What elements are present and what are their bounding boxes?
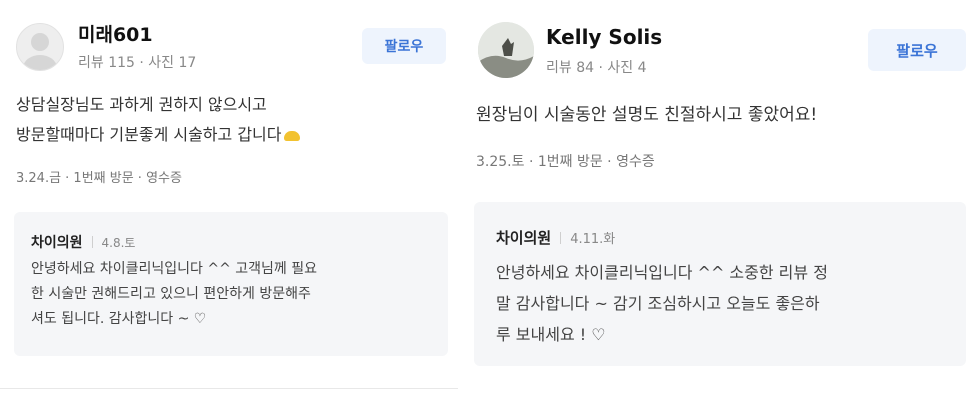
reply-date: 4.11.화 [570, 232, 616, 247]
user-stats: 리뷰 115 · 사진 17 [78, 52, 196, 72]
reply-divider [91, 236, 93, 248]
photo-count: 사진 17 [148, 55, 197, 71]
reply-divider [560, 231, 562, 244]
avatar[interactable] [478, 22, 534, 78]
review-text-line: 상담실장님도 과하게 권하지 않으시고 [16, 95, 267, 114]
review-text: 상담실장님도 과하게 권하지 않으시고 방문할때마다 기분좋게 시술하고 갑니다 [16, 90, 300, 150]
review-card: Kelly Solis 리뷰 84 · 사진 4 팔로우 원장님이 시술동안 설… [470, 0, 966, 398]
reply-text-line: 셔도 됩니다. 감사합니다 ~ ♡ [31, 311, 207, 327]
reply-date: 4.8.토 [101, 235, 136, 250]
reply-author: 차이의원 [31, 235, 83, 251]
reply-text-line: 안녕하세요 차이클리닉입니다 ^^ 고객님께 필요 [31, 261, 317, 277]
owner-reply: 차이의원 4.11.화 안녕하세요 차이클리닉입니다 ^^ 소중한 리뷰 정 말… [474, 202, 966, 366]
reply-author: 차이의원 [496, 229, 552, 247]
meta-separator: · [598, 60, 603, 76]
review-count: 리뷰 84 [546, 60, 595, 76]
review-count: 리뷰 115 [78, 55, 135, 71]
owner-reply: 차이의원 4.8.토 안녕하세요 차이클리닉입니다 ^^ 고객님께 필요 한 시… [14, 212, 448, 356]
review-card: 미래601 리뷰 115 · 사진 17 팔로우 상담실장님도 과하게 권하지 … [0, 0, 460, 398]
reply-header: 차이의원 4.8.토 [31, 232, 135, 252]
reply-text-line: 한 시술만 권해드리고 있으니 편안하게 방문해주 [31, 286, 311, 302]
review-text: 원장님이 시술동안 설명도 친절하시고 좋았어요! [476, 105, 818, 125]
profile-photo [478, 22, 534, 78]
card-divider [0, 388, 458, 389]
user-stats: 리뷰 84 · 사진 4 [546, 57, 647, 77]
user-name[interactable]: 미래601 [78, 20, 153, 47]
avatar[interactable] [16, 23, 64, 71]
reply-text: 안녕하세요 차이클리닉입니다 ^^ 소중한 리뷰 정 말 감사합니다 ~ 감기 … [496, 257, 828, 350]
reply-text-line: 루 보내세요 ! ♡ [496, 325, 606, 344]
visit-meta: 3.25.토 · 1번째 방문 · 영수증 [476, 154, 655, 170]
photo-count: 사진 4 [607, 60, 647, 76]
default-user-icon [23, 33, 57, 70]
reply-header: 차이의원 4.11.화 [496, 227, 615, 248]
reply-text: 안녕하세요 차이클리닉입니다 ^^ 고객님께 필요 한 시술만 권해드리고 있으… [31, 257, 317, 332]
visit-meta: 3.24.금 · 1번째 방문 · 영수증 [16, 171, 182, 186]
reply-text-line: 말 감사합니다 ~ 감기 조심하시고 오늘도 좋은하 [496, 294, 820, 313]
meta-separator: · [139, 55, 144, 71]
review-text-line-2: 방문할때마다 기분좋게 시술하고 갑니다 [16, 120, 300, 150]
follow-button[interactable]: 팔로우 [362, 28, 446, 64]
reply-text-line: 안녕하세요 차이클리닉입니다 ^^ 소중한 리뷰 정 [496, 263, 828, 282]
heart-hands-icon [283, 130, 300, 141]
follow-button[interactable]: 팔로우 [868, 29, 966, 71]
user-name[interactable]: Kelly Solis [546, 25, 662, 49]
